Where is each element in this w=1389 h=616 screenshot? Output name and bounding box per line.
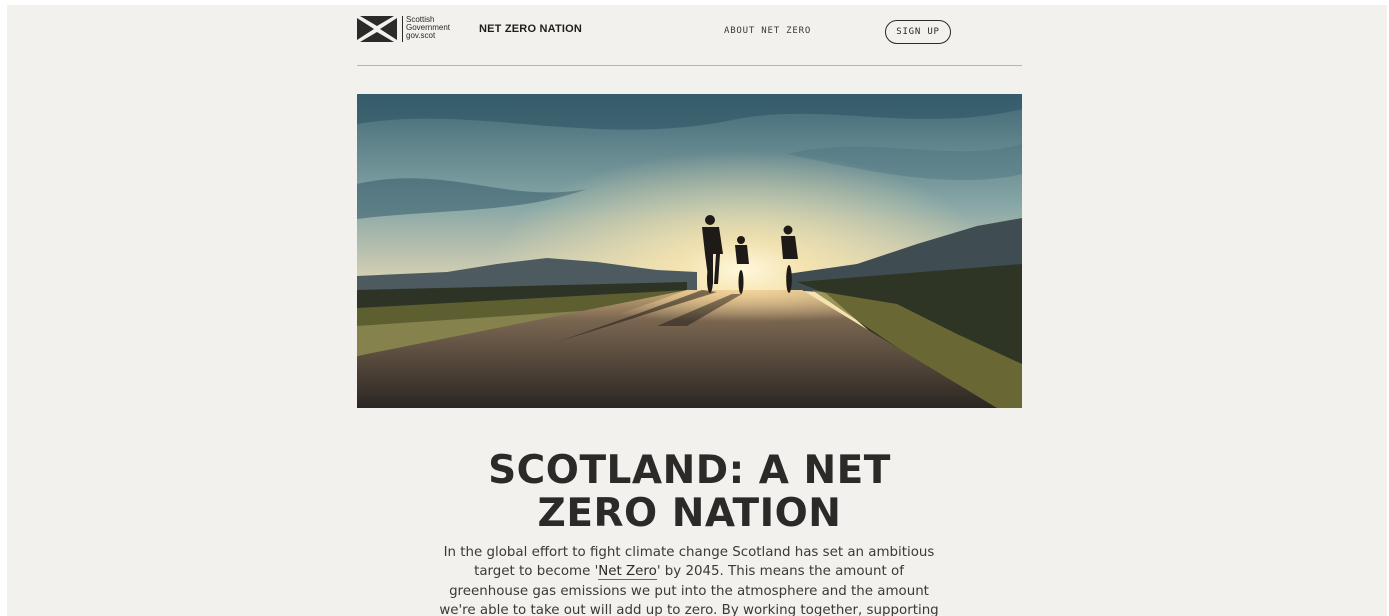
page-title-line-1: SCOTLAND: A NET — [488, 448, 891, 493]
logo-line-govscot: gov.scot — [406, 31, 436, 40]
page-title: SCOTLAND: A NET ZERO NATION — [357, 449, 1022, 535]
saltire-flag-icon — [357, 16, 397, 42]
intro-paragraph: In the global effort to fight climate ch… — [434, 543, 944, 616]
hero-image — [357, 94, 1022, 408]
nav-about-net-zero-link[interactable]: ABOUT NET ZERO — [724, 26, 811, 36]
site-name-link[interactable]: NET ZERO NATION — [479, 23, 582, 35]
page-title-line-2: ZERO NATION — [537, 491, 842, 536]
logo-text: Scottish Government gov.scot — [406, 16, 450, 40]
scottish-government-logo[interactable]: Scottish Government gov.scot — [357, 16, 450, 42]
sign-up-button[interactable]: SIGN UP — [885, 20, 951, 44]
site-header: Scottish Government gov.scot NET ZERO NA… — [357, 5, 1022, 66]
net-zero-link[interactable]: Net Zero — [598, 564, 657, 581]
page: Scottish Government gov.scot NET ZERO NA… — [7, 5, 1387, 616]
logo-divider — [402, 16, 403, 42]
